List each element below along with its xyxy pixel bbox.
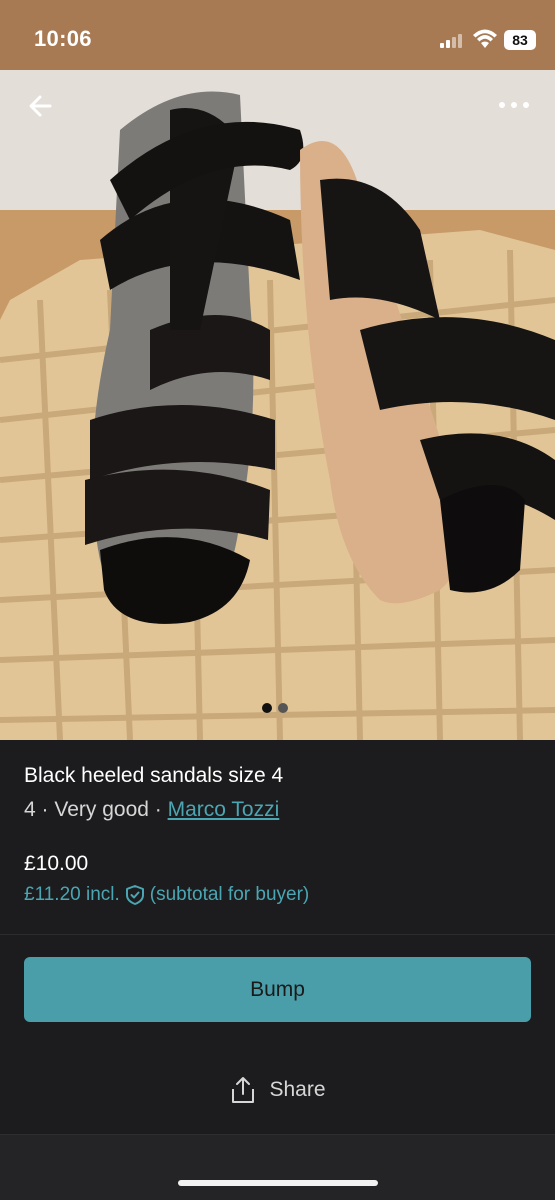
pagination-dot-1[interactable] [262, 703, 272, 713]
brand-link[interactable]: Marco Tozzi [168, 798, 280, 821]
item-condition: Very good [54, 798, 149, 821]
share-label: Share [269, 1078, 326, 1101]
bottom-bar [0, 1134, 555, 1200]
buyer-price[interactable]: £11.20 incl. (subtotal for buyer) [24, 884, 309, 906]
listing-screen: 10:06 83 Black heeled sandals size 4 4 ·… [0, 0, 555, 1200]
battery-indicator: 83 [504, 30, 536, 50]
product-photo[interactable] [0, 0, 555, 740]
more-dots-icon[interactable] [494, 90, 534, 120]
bump-button[interactable]: Bump [24, 957, 531, 1022]
section-divider [0, 934, 555, 935]
item-details: Black heeled sandals size 4 4 · Very goo… [0, 740, 555, 935]
item-title: Black heeled sandals size 4 [24, 764, 284, 787]
share-icon [232, 1077, 255, 1103]
buyer-price-note: (subtotal for buyer) [149, 884, 310, 905]
back-arrow-icon[interactable] [22, 86, 62, 126]
meta-separator: · [154, 798, 168, 821]
item-price: £10.00 [24, 852, 89, 875]
status-bar: 10:06 83 [0, 0, 555, 80]
home-indicator[interactable] [178, 1180, 378, 1186]
item-meta: 4 · Very good · Marco Tozzi [24, 798, 279, 822]
meta-separator: · [41, 798, 55, 821]
sandals-photo-illustration [0, 0, 555, 740]
item-size: 4 [24, 798, 36, 821]
photo-pagination[interactable] [262, 703, 288, 715]
cellular-signal-icon [440, 32, 466, 48]
share-button[interactable]: Share [0, 1062, 555, 1118]
buyer-price-amount: £11.20 incl. [24, 884, 120, 905]
shield-check-icon [125, 885, 144, 905]
wifi-icon [473, 29, 497, 48]
status-time: 10:06 [34, 26, 92, 51]
pagination-dot-2[interactable] [278, 703, 288, 713]
